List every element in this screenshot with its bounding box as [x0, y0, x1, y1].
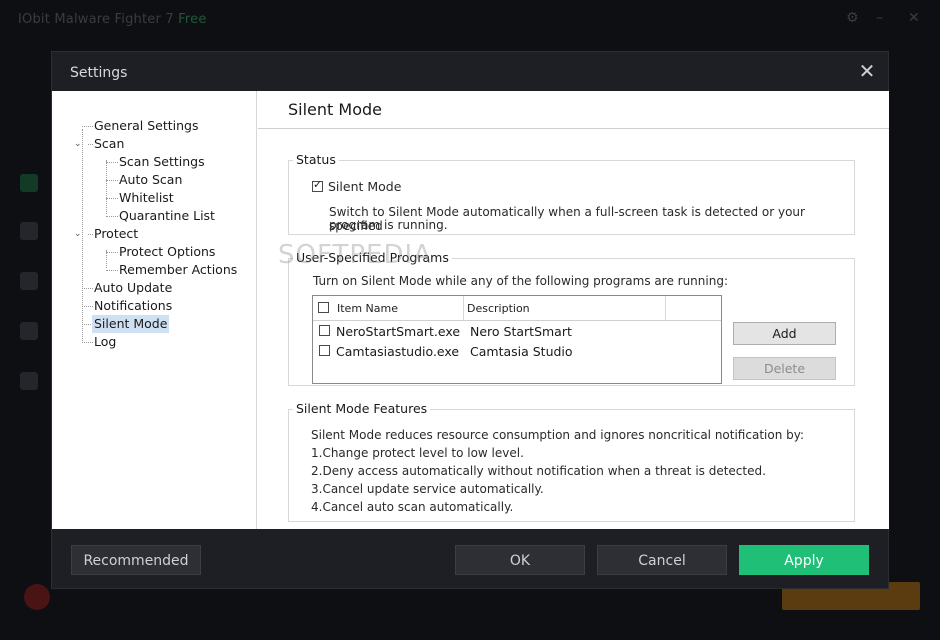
tree-item-protect-options[interactable]: Protect Options: [119, 243, 215, 261]
feature-item: 1.Change protect level to low level.: [311, 446, 524, 460]
tree-item-scan[interactable]: Scan: [94, 135, 124, 153]
cancel-button[interactable]: Cancel: [597, 545, 727, 575]
tree-item-protect[interactable]: Protect: [94, 225, 138, 243]
bg-tools-icon: [20, 322, 38, 340]
tree-connector: [88, 144, 93, 145]
tree-connector: [106, 162, 118, 163]
tree-connector: [82, 129, 83, 341]
watermark: SOFTPEDIA: [278, 240, 432, 270]
bg-protect-icon: [20, 272, 38, 290]
status-group: Status Silent Mode Switch to Silent Mode…: [288, 153, 855, 235]
row-checkbox[interactable]: [319, 325, 330, 336]
programs-intro: Turn on Silent Mode while any of the fol…: [313, 274, 728, 288]
background-app-title: IObit Malware Fighter 7 Free: [18, 12, 207, 27]
bg-settings-icon: ⚙: [846, 10, 859, 26]
settings-dialog: Settings ✕ ⌄ ⌄ General Settings Scan Sca…: [51, 51, 889, 589]
tree-item-quarantine-list[interactable]: Quarantine List: [119, 207, 215, 225]
settings-tree: ⌄ ⌄ General Settings Scan Scan Settings …: [52, 91, 257, 529]
tree-item-silent-mode[interactable]: Silent Mode: [92, 315, 170, 333]
row-item-name: Camtasiastudio.exe: [336, 344, 460, 359]
row-checkbox[interactable]: [319, 345, 330, 356]
dialog-title: Settings: [70, 65, 128, 81]
tree-item-general-settings[interactable]: General Settings: [94, 117, 199, 135]
title-divider: [258, 128, 889, 129]
bg-scan-icon: [20, 222, 38, 240]
tree-connector: [82, 288, 93, 289]
tree-connector: [82, 126, 93, 127]
bg-minimize-icon: –: [876, 10, 883, 26]
bg-home-icon: [20, 174, 38, 192]
tree-connector: [82, 342, 93, 343]
ok-button[interactable]: OK: [455, 545, 585, 575]
col-item-name[interactable]: Item Name: [337, 302, 398, 315]
tree-connector: [88, 234, 93, 235]
feature-item: 3.Cancel update service automatically.: [311, 482, 544, 496]
select-all-checkbox[interactable]: [318, 302, 329, 313]
apply-button[interactable]: Apply: [739, 545, 869, 575]
tree-connector: [106, 160, 107, 214]
status-description-cont: program is running.: [329, 218, 448, 232]
column-divider: [665, 296, 666, 320]
page-title: Silent Mode: [288, 100, 382, 119]
bg-list-icon: [20, 372, 38, 390]
delete-button[interactable]: Delete: [733, 357, 836, 380]
tree-item-log[interactable]: Log: [94, 333, 116, 351]
features-intro: Silent Mode reduces resource consumption…: [311, 428, 805, 442]
col-description[interactable]: Description: [467, 302, 530, 315]
settings-content: ⌄ ⌄ General Settings Scan Scan Settings …: [52, 91, 889, 529]
tree-connector: [82, 306, 93, 307]
feature-item: 4.Cancel auto scan automatically.: [311, 500, 514, 514]
programs-list[interactable]: Item Name Description NeroStartSmart.exe…: [312, 295, 722, 384]
silent-mode-checkbox-label[interactable]: Silent Mode: [328, 180, 401, 194]
close-icon[interactable]: ✕: [856, 60, 878, 82]
tree-item-whitelist[interactable]: Whitelist: [119, 189, 174, 207]
feature-item: 2.Deny access automatically without noti…: [311, 464, 766, 478]
column-divider: [463, 296, 464, 320]
tree-item-scan-settings[interactable]: Scan Settings: [119, 153, 205, 171]
tree-connector: [106, 216, 118, 217]
bg-alert-icon: [24, 584, 50, 610]
status-group-label: Status: [293, 153, 339, 167]
features-group: Silent Mode Features Silent Mode reduces…: [288, 402, 855, 522]
tree-item-auto-scan[interactable]: Auto Scan: [119, 171, 182, 189]
tree-connector: [82, 324, 91, 325]
bg-close-icon: ✕: [908, 10, 920, 26]
tree-connector: [106, 252, 118, 253]
chevron-down-icon[interactable]: ⌄: [74, 225, 82, 243]
tree-connector: [106, 180, 118, 181]
tree-item-auto-update[interactable]: Auto Update: [94, 279, 172, 297]
tree-connector: [106, 270, 118, 271]
tree-connector: [106, 198, 118, 199]
list-header: Item Name Description: [313, 296, 721, 321]
recommended-button[interactable]: Recommended: [71, 545, 201, 575]
tree-item-remember-actions[interactable]: Remember Actions: [119, 261, 237, 279]
silent-mode-checkbox[interactable]: [312, 178, 323, 192]
row-item-name: NeroStartSmart.exe: [336, 324, 461, 339]
chevron-down-icon[interactable]: ⌄: [74, 135, 82, 153]
features-group-label: Silent Mode Features: [293, 402, 431, 416]
silent-mode-panel: Silent Mode Status Silent Mode Switch to…: [258, 91, 889, 529]
row-description: Nero StartSmart: [470, 324, 572, 339]
tree-item-notifications[interactable]: Notifications: [94, 297, 172, 315]
add-button[interactable]: Add: [733, 322, 836, 345]
row-description: Camtasia Studio: [470, 344, 573, 359]
programs-group: User-Specified Programs Turn on Silent M…: [288, 251, 855, 386]
